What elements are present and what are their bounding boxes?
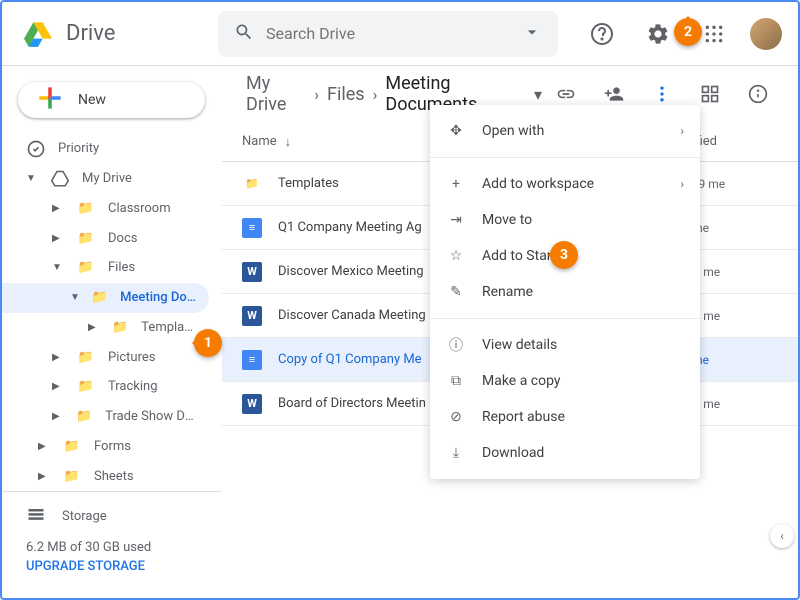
dropdown-icon[interactable]	[522, 22, 542, 46]
expand-icon[interactable]: ▶	[52, 203, 64, 214]
search-bar[interactable]	[218, 11, 558, 57]
settings-icon[interactable]	[638, 14, 678, 54]
callout-1: 1	[194, 329, 222, 357]
callout-3: 3	[550, 241, 578, 269]
folder-icon: 📁	[62, 469, 82, 484]
menu-download[interactable]: ⤓Download	[430, 435, 700, 471]
expand-icon[interactable]: ▶	[38, 441, 50, 452]
folder-icon: 📁	[111, 320, 129, 335]
breadcrumb-files[interactable]: Files	[323, 80, 369, 109]
new-button[interactable]: New	[18, 82, 205, 118]
folder-icon: 📁	[76, 350, 96, 365]
menu-add-workspace[interactable]: +Add to workspace›	[430, 166, 700, 202]
expand-icon[interactable]: ▼	[70, 292, 80, 303]
storage-used: 6.2 MB of 30 GB used	[26, 540, 197, 555]
expand-icon[interactable]: ▶	[38, 471, 50, 482]
sort-down-icon: ↓	[285, 134, 292, 150]
folder-icon: 📁	[92, 290, 108, 305]
folder-icon: 📁	[76, 231, 96, 246]
copy-icon: ⧉	[446, 373, 466, 389]
nav-classroom[interactable]: ▶📁Classroom	[2, 194, 209, 224]
menu-open-with[interactable]: ✥Open with›	[430, 113, 700, 149]
priority-icon	[26, 139, 46, 159]
nav-mydrive[interactable]: ▼ My Drive	[2, 164, 209, 194]
word-icon: W	[242, 262, 262, 282]
dropdown-icon[interactable]: ▾	[534, 85, 542, 104]
logo[interactable]: Drive	[18, 14, 218, 54]
folder-icon: 📁	[242, 174, 262, 194]
folder-icon: 📁	[75, 409, 93, 424]
chevron-right-icon: ›	[680, 177, 684, 191]
expand-icon[interactable]: ▶	[88, 322, 99, 333]
folder-icon: 📁	[76, 260, 96, 275]
storage-section: Storage 6.2 MB of 30 GB used UPGRADE STO…	[2, 491, 221, 586]
scroll-hint-icon[interactable]: ‹	[770, 524, 794, 548]
expand-icon[interactable]: ▶	[52, 411, 63, 422]
storage-icon	[26, 504, 46, 528]
new-label: New	[78, 92, 106, 108]
expand-icon[interactable]: ▶	[52, 352, 64, 363]
search-input[interactable]	[266, 24, 510, 43]
word-icon: W	[242, 306, 262, 326]
nav-priority[interactable]: Priority	[2, 134, 209, 164]
chevron-right-icon: ›	[680, 124, 684, 138]
menu-report-abuse[interactable]: ⊘Report abuse	[430, 399, 700, 435]
expand-icon[interactable]: ▶	[52, 233, 64, 244]
info-icon[interactable]	[738, 74, 778, 114]
drive-icon	[50, 170, 70, 188]
nav-forms[interactable]: ▶📁Forms	[2, 432, 209, 462]
user-avatar[interactable]	[750, 18, 782, 50]
nav-files[interactable]: ▼📁Files	[2, 253, 209, 283]
expand-icon[interactable]: ▼	[52, 262, 64, 273]
search-icon	[234, 22, 254, 46]
nav-pictures[interactable]: ▶📁Pictures	[2, 342, 209, 372]
nav-docs[interactable]: ▶📁Docs	[2, 223, 209, 253]
info-icon: ⓘ	[446, 335, 466, 355]
nav-templates[interactable]: ▶📁Templates	[2, 313, 209, 343]
menu-move-to[interactable]: ⇥Move to	[430, 202, 700, 238]
plus-icon	[34, 82, 66, 118]
app-title: Drive	[66, 21, 115, 46]
folder-icon: 📁	[76, 379, 96, 394]
report-icon: ⊘	[446, 409, 466, 425]
menu-view-details[interactable]: ⓘView details	[430, 327, 700, 363]
nav-tracking[interactable]: ▶📁Tracking	[2, 372, 209, 402]
menu-rename[interactable]: ✎Rename	[430, 274, 700, 310]
folder-icon: 📁	[76, 201, 96, 216]
nav-tradeshow[interactable]: ▶📁Trade Show Docs	[2, 402, 209, 432]
open-with-icon: ✥	[446, 123, 466, 139]
drive-logo-icon	[18, 14, 58, 54]
chevron-right-icon: ›	[373, 85, 378, 104]
nav-sheets[interactable]: ▶📁Sheets	[2, 461, 209, 491]
help-icon[interactable]	[582, 14, 622, 54]
move-icon: ⇥	[446, 212, 466, 228]
star-icon: ☆	[446, 248, 466, 264]
upgrade-storage-link[interactable]: UPGRADE STORAGE	[26, 559, 197, 574]
word-icon: W	[242, 394, 262, 414]
expand-icon[interactable]: ▶	[52, 381, 64, 392]
folder-icon: 📁	[62, 439, 82, 454]
context-menu: ✥Open with› +Add to workspace› ⇥Move to …	[430, 105, 700, 479]
callout-2: 2	[674, 18, 702, 46]
gdoc-icon: ≡	[242, 218, 262, 238]
download-icon: ⤓	[446, 445, 466, 461]
expand-icon[interactable]: ▼	[26, 173, 38, 184]
plus-icon: +	[446, 176, 466, 192]
gdoc-icon: ≡	[242, 350, 262, 370]
chevron-right-icon: ›	[314, 85, 319, 104]
breadcrumb-mydrive[interactable]: My Drive	[242, 69, 310, 119]
menu-make-copy[interactable]: ⧉Make a copy	[430, 363, 700, 399]
sidebar: New Priority ▼ My Drive ▶📁Classroom ▶📁Do…	[2, 66, 222, 598]
pencil-icon: ✎	[446, 284, 466, 300]
nav-meeting-documents[interactable]: ▼📁Meeting Documen...	[2, 283, 209, 313]
menu-separator	[430, 157, 700, 158]
storage-label: Storage	[62, 509, 107, 524]
menu-separator	[430, 318, 700, 319]
